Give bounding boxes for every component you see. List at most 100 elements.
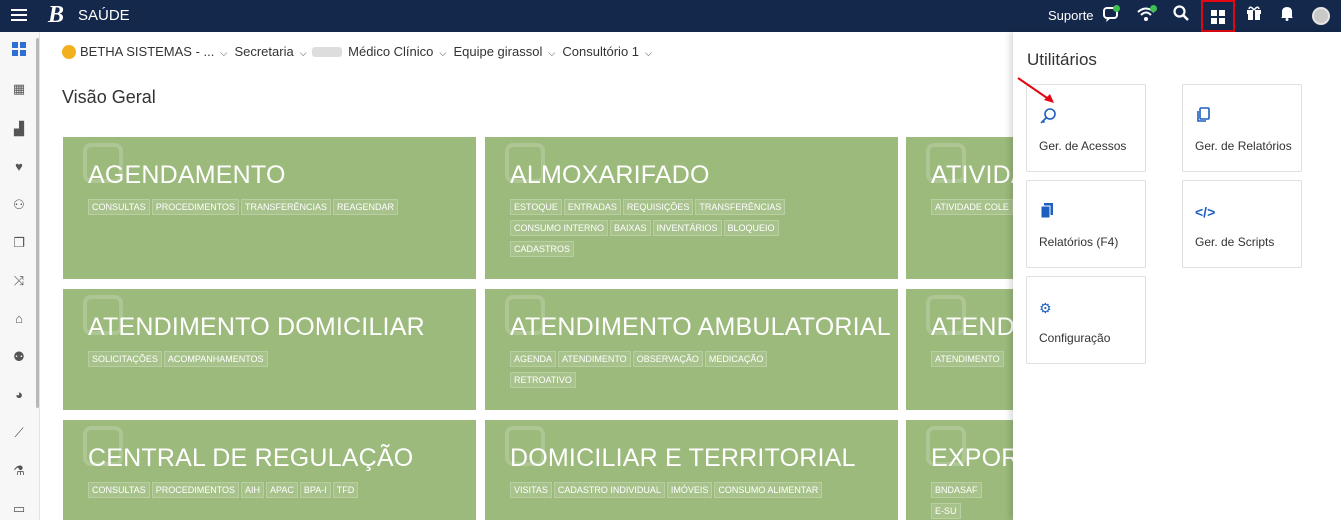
card-link[interactable]: PROCEDIMENTOS bbox=[151, 199, 240, 215]
menu-icon[interactable] bbox=[10, 6, 28, 24]
app-title[interactable]: SAÚDE bbox=[78, 7, 130, 24]
card-domiciliar-e-territorial[interactable]: DOMICILIAR E TERRITORIAL VISITAS CADASTRO… bbox=[485, 420, 898, 520]
card-link[interactable]: ACOMPANHAMENTOS bbox=[163, 351, 268, 367]
secretaria-selector[interactable]: Secretaria bbox=[234, 44, 293, 59]
card-link[interactable]: ATENDIMENTO bbox=[558, 351, 631, 367]
betha-logo[interactable]: B bbox=[48, 3, 64, 27]
card-title: ALMOXARIFADO bbox=[510, 161, 710, 189]
key-icon bbox=[1039, 107, 1057, 125]
sidebar-dashboard-icon[interactable] bbox=[10, 42, 28, 60]
card-link[interactable]: APAC bbox=[266, 482, 298, 498]
card-agendamento[interactable]: AGENDAMENTO CONSULTAS PROCEDIMENTOS TRANSF… bbox=[63, 137, 476, 279]
sidebar-flask-icon[interactable]: ⚗ bbox=[10, 462, 28, 480]
card-link[interactable]: CONSULTAS bbox=[88, 482, 150, 498]
card-exportacao[interactable]: EXPORT BNDASAF E-SU bbox=[906, 420, 1013, 520]
sidebar-shuffle-icon[interactable]: ⤨ bbox=[10, 272, 28, 290]
sidebar-syringe-icon[interactable]: ⟋ bbox=[10, 424, 28, 442]
sidebar-copy-icon[interactable]: ❐ bbox=[10, 234, 28, 252]
sidebar-group-icon[interactable]: ⚇ bbox=[10, 196, 28, 214]
sidebar-pie-chart-icon[interactable]: ◕ bbox=[10, 386, 28, 404]
card-central-de-regulacao[interactable]: CENTRAL DE REGULAÇÃO CONSULTAS PROCEDIMEN… bbox=[63, 420, 476, 520]
gear-icon: ⚙ bbox=[1039, 300, 1052, 316]
sidebar-people-icon[interactable]: ⚉ bbox=[10, 348, 28, 366]
chevron-down-icon[interactable]: ⌵ bbox=[645, 48, 652, 58]
card-link[interactable]: TRANSFERÊNCIAS bbox=[241, 199, 332, 215]
card-almoxarifado[interactable]: ALMOXARIFADO ESTOQUE ENTRADAS REQUISIÇÕES T… bbox=[485, 137, 898, 279]
card-link[interactable]: BPA-I bbox=[299, 482, 331, 498]
card-title: ATIVIDA bbox=[931, 161, 1013, 189]
card-title: CENTRAL DE REGULAÇÃO bbox=[88, 444, 414, 472]
card-link[interactable]: REQUISIÇÕES bbox=[622, 199, 694, 215]
copy-icon bbox=[1195, 107, 1213, 125]
specialty-selector[interactable]: Médico Clínico bbox=[348, 44, 433, 59]
tile-report-manager[interactable]: Ger. de Relatórios bbox=[1182, 84, 1302, 172]
sidebar: ▦ ▟ ♥ ⚇ ❐ ⤨ ⌂ ⚉ ◕ ⟋ ⚗ ▭ bbox=[0, 32, 40, 520]
card-title: AGENDAMENTO bbox=[88, 161, 286, 189]
chat-icon[interactable] bbox=[1100, 5, 1122, 27]
sidebar-chat-icon[interactable]: ▭ bbox=[10, 500, 28, 518]
utilities-panel: Utilitários Ger. de Acessos Ger. de Rela… bbox=[1013, 32, 1341, 520]
bell-icon[interactable] bbox=[1276, 5, 1298, 27]
card-link[interactable]: AIH bbox=[241, 482, 265, 498]
card-link[interactable]: BLOQUEIO bbox=[723, 220, 779, 236]
card-link[interactable]: RETROATIVO bbox=[510, 372, 576, 388]
top-bar: B SAÚDE Suporte bbox=[0, 0, 1341, 32]
sidebar-scrollbar[interactable] bbox=[36, 38, 39, 408]
tile-script-manager[interactable]: </> Ger. de Scripts bbox=[1182, 180, 1302, 268]
card-link[interactable]: CADASTROS bbox=[510, 241, 575, 257]
sidebar-calendar-icon[interactable]: ▦ bbox=[10, 80, 28, 98]
code-icon: </> bbox=[1195, 204, 1216, 220]
context-bar: BETHA SISTEMAS - ... ⌵ Secretaria ⌵ Médico… bbox=[62, 44, 652, 59]
card-link[interactable]: BAIXAS bbox=[610, 220, 651, 236]
user-avatar[interactable] bbox=[1312, 7, 1330, 25]
card-link[interactable]: ATENDIMENTO bbox=[931, 351, 1004, 367]
sidebar-home-icon[interactable]: ⌂ bbox=[10, 310, 28, 328]
card-link[interactable]: CADASTRO INDIVIDUAL bbox=[553, 482, 665, 498]
card-link[interactable]: ENTRADAS bbox=[563, 199, 621, 215]
card-link[interactable]: BNDASAF bbox=[931, 482, 982, 498]
card-link[interactable]: MEDICAÇÃO bbox=[704, 351, 768, 367]
card-atividades[interactable]: ATIVIDA ATIVIDADE COLE bbox=[906, 137, 1013, 279]
card-link[interactable]: AGENDA bbox=[510, 351, 557, 367]
card-title: ATENDIMENTO AMBULATORIAL bbox=[510, 313, 891, 341]
card-atendimento-domiciliar[interactable]: ATENDIMENTO DOMICILIAR SOLICITAÇÕES ACOMP… bbox=[63, 289, 476, 410]
team-selector[interactable]: Equipe girassol bbox=[453, 44, 542, 59]
sidebar-boxes-icon[interactable]: ▟ bbox=[10, 120, 28, 138]
tile-reports[interactable]: Relatórios (F4) bbox=[1026, 180, 1146, 268]
card-link[interactable]: INVENTÁRIOS bbox=[652, 220, 722, 236]
card-link[interactable]: CONSULTAS bbox=[88, 199, 150, 215]
card-title: ATENDI bbox=[931, 313, 1013, 341]
card-title: ATENDIMENTO DOMICILIAR bbox=[88, 313, 425, 341]
gift-icon[interactable] bbox=[1243, 5, 1265, 27]
card-link[interactable]: CONSUMO INTERNO bbox=[510, 220, 608, 236]
card-link[interactable]: ESTOQUE bbox=[510, 199, 562, 215]
tile-label: Configuração bbox=[1039, 331, 1111, 345]
card-atendimento-ambulatorial[interactable]: ATENDIMENTO AMBULATORIAL AGENDA ATENDIMEN… bbox=[485, 289, 898, 410]
card-link[interactable]: SOLICITAÇÕES bbox=[88, 351, 162, 367]
sidebar-heart-icon[interactable]: ♥ bbox=[10, 158, 28, 176]
chevron-down-icon[interactable]: ⌵ bbox=[548, 48, 555, 58]
card-link[interactable]: TFD bbox=[332, 482, 359, 498]
card-title: EXPORT bbox=[931, 444, 1013, 472]
card-link[interactable]: OBSERVAÇÃO bbox=[632, 351, 703, 367]
card-link[interactable]: TRANSFERÊNCIAS bbox=[695, 199, 786, 215]
chevron-down-icon[interactable]: ⌵ bbox=[439, 48, 446, 58]
apps-button[interactable] bbox=[1201, 0, 1235, 32]
card-link[interactable]: VISITAS bbox=[510, 482, 552, 498]
support-link[interactable]: Suporte bbox=[1048, 8, 1094, 23]
chevron-down-icon[interactable]: ⌵ bbox=[300, 48, 307, 58]
organization-selector[interactable]: BETHA SISTEMAS - ... bbox=[80, 44, 214, 59]
page-title: Visão Geral bbox=[62, 87, 156, 107]
tile-configuration[interactable]: ⚙ Configuração bbox=[1026, 276, 1146, 364]
card-link[interactable]: E-SU bbox=[931, 503, 961, 519]
office-selector[interactable]: Consultório 1 bbox=[562, 44, 639, 59]
wifi-icon[interactable] bbox=[1135, 5, 1157, 27]
card-link[interactable]: CONSUMO ALIMENTAR bbox=[714, 482, 823, 498]
card-link[interactable]: IMÓVEIS bbox=[666, 482, 713, 498]
card-link[interactable]: REAGENDAR bbox=[333, 199, 399, 215]
card-atendimento-2[interactable]: ATENDI ATENDIMENTO bbox=[906, 289, 1013, 410]
chevron-down-icon[interactable]: ⌵ bbox=[220, 48, 227, 58]
card-link[interactable]: ATIVIDADE COLE bbox=[931, 199, 1013, 215]
card-link[interactable]: PROCEDIMENTOS bbox=[151, 482, 240, 498]
search-icon[interactable] bbox=[1170, 5, 1192, 27]
